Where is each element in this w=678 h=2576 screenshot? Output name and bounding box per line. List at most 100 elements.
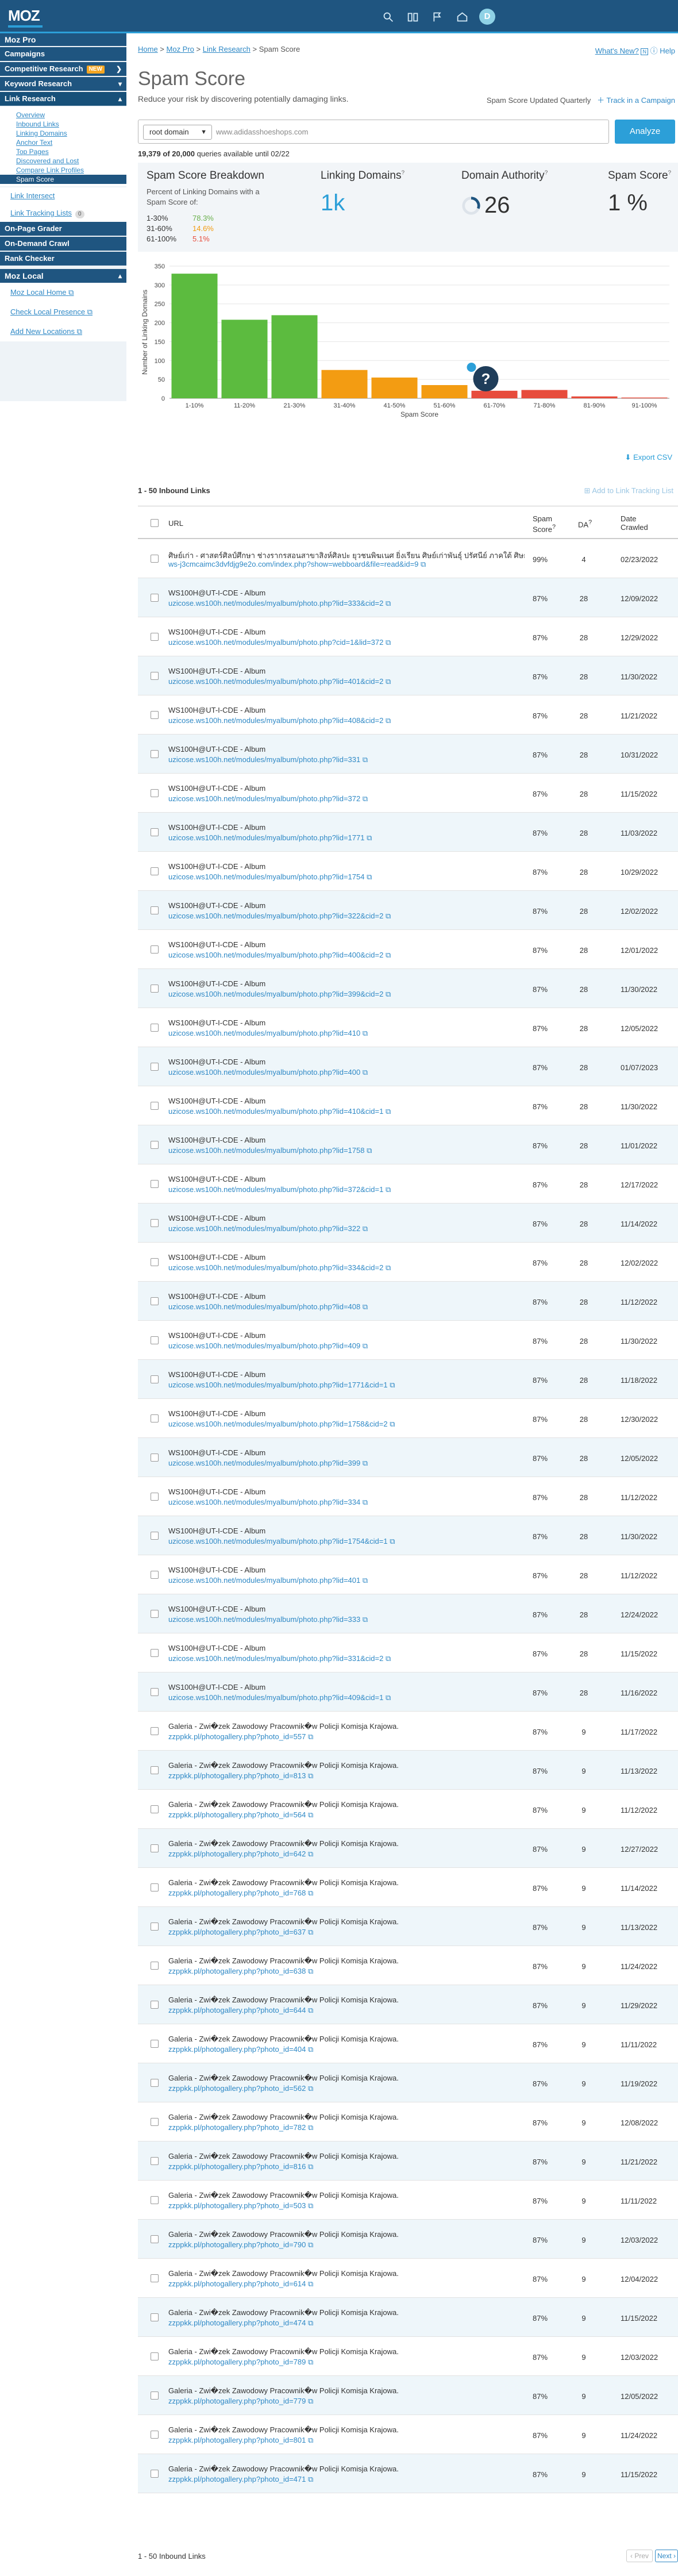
help-link[interactable]: Help [660, 47, 675, 55]
next-button[interactable]: Next › [655, 2550, 678, 2562]
link-url[interactable]: zzppkk.pl/photogallery.php?photo_id=471 … [168, 2475, 525, 2484]
row-checkbox[interactable] [151, 2157, 159, 2165]
link-url[interactable]: uzicose.ws100h.net/modules/myalbum/photo… [168, 1146, 525, 1155]
link-url[interactable]: uzicose.ws100h.net/modules/myalbum/photo… [168, 951, 525, 960]
row-checkbox[interactable] [151, 672, 159, 680]
link-url[interactable]: zzppkk.pl/photogallery.php?photo_id=789 … [168, 2358, 525, 2367]
submenu-anchor-text[interactable]: Anchor Text [0, 138, 126, 147]
breadcrumb-moz-pro[interactable]: Moz Pro [167, 45, 194, 53]
row-checkbox[interactable] [151, 2352, 159, 2360]
row-checkbox[interactable] [151, 2040, 159, 2048]
link-url[interactable]: uzicose.ws100h.net/modules/myalbum/photo… [168, 1420, 525, 1429]
select-all-checkbox[interactable] [151, 519, 159, 527]
sidebar-item-keyword-research[interactable]: Keyword Research ▾ [0, 77, 126, 91]
submenu-inbound-links[interactable]: Inbound Links [0, 120, 126, 129]
link-url[interactable]: uzicose.ws100h.net/modules/myalbum/photo… [168, 638, 525, 647]
row-checkbox[interactable] [151, 633, 159, 641]
sidebar-item-link-tracking[interactable]: Link Tracking Lists 0 [0, 205, 126, 222]
row-checkbox[interactable] [151, 1063, 159, 1071]
submenu-overview[interactable]: Overview [0, 110, 126, 120]
link-url[interactable]: uzicose.ws100h.net/modules/myalbum/photo… [168, 1263, 525, 1272]
scope-select[interactable]: root domain ▼ [143, 125, 212, 140]
link-url[interactable]: uzicose.ws100h.net/modules/myalbum/photo… [168, 677, 525, 686]
row-checkbox[interactable] [151, 2313, 159, 2321]
row-checkbox[interactable] [151, 1610, 159, 1618]
link-url[interactable]: zzppkk.pl/photogallery.php?photo_id=562 … [168, 2084, 525, 2093]
link-url[interactable]: uzicose.ws100h.net/modules/myalbum/photo… [168, 1537, 525, 1546]
chart-bar[interactable] [521, 390, 568, 398]
link-url[interactable]: zzppkk.pl/photogallery.php?photo_id=503 … [168, 2201, 525, 2210]
link-url[interactable]: uzicose.ws100h.net/modules/myalbum/photo… [168, 1224, 525, 1233]
row-checkbox[interactable] [151, 555, 159, 563]
sidebar-item-rank-checker[interactable]: Rank Checker [0, 252, 126, 266]
link-url[interactable]: ws-j3cmcaimc3dvfdjg9e2o.com/index.php?sh… [168, 560, 525, 569]
row-checkbox[interactable] [151, 1336, 159, 1344]
row-checkbox[interactable] [151, 1727, 159, 1735]
link-url[interactable]: uzicose.ws100h.net/modules/myalbum/photo… [168, 1615, 525, 1624]
sidebar-moz-local[interactable]: Moz Local ▴ [0, 269, 126, 283]
breadcrumb-home[interactable]: Home [138, 45, 158, 53]
row-checkbox[interactable] [151, 1102, 159, 1110]
row-checkbox[interactable] [151, 711, 159, 719]
link-url[interactable]: zzppkk.pl/photogallery.php?photo_id=644 … [168, 2006, 525, 2015]
link-url[interactable]: uzicose.ws100h.net/modules/myalbum/photo… [168, 1341, 525, 1351]
col-date-crawled[interactable]: Date Crawled [621, 514, 655, 532]
link-url[interactable]: uzicose.ws100h.net/modules/myalbum/photo… [168, 1654, 525, 1663]
link-url[interactable]: uzicose.ws100h.net/modules/myalbum/photo… [168, 716, 525, 725]
link-url[interactable]: uzicose.ws100h.net/modules/myalbum/photo… [168, 1107, 525, 1116]
row-checkbox[interactable] [151, 1375, 159, 1383]
sidebar-item-on-page-grader[interactable]: On-Page Grader [0, 222, 126, 236]
row-checkbox[interactable] [151, 1883, 159, 1891]
home-icon[interactable] [454, 9, 469, 24]
row-checkbox[interactable] [151, 1493, 159, 1501]
link-url[interactable]: zzppkk.pl/photogallery.php?photo_id=779 … [168, 2397, 525, 2406]
sidebar-item-link-intersect[interactable]: Link Intersect [0, 187, 126, 205]
link-url[interactable]: zzppkk.pl/photogallery.php?photo_id=768 … [168, 1889, 525, 1898]
link-url[interactable]: uzicose.ws100h.net/modules/myalbum/photo… [168, 833, 525, 843]
link-url[interactable]: zzppkk.pl/photogallery.php?photo_id=790 … [168, 2240, 525, 2250]
link-url[interactable]: zzppkk.pl/photogallery.php?photo_id=801 … [168, 2436, 525, 2445]
chart-bar[interactable] [271, 315, 318, 398]
link-url[interactable]: uzicose.ws100h.net/modules/myalbum/photo… [168, 794, 525, 803]
row-checkbox[interactable] [151, 1414, 159, 1422]
row-checkbox[interactable] [151, 1649, 159, 1657]
row-checkbox[interactable] [151, 867, 159, 875]
row-checkbox[interactable] [151, 1923, 159, 1931]
prev-button[interactable]: ‹ Prev [626, 2550, 653, 2562]
row-checkbox[interactable] [151, 985, 159, 993]
breadcrumb-link-research[interactable]: Link Research [203, 45, 251, 53]
col-spam-score[interactable]: Spam Score? [533, 514, 561, 533]
submenu-compare-link-profiles[interactable]: Compare Link Profiles [0, 166, 126, 175]
analyze-button[interactable]: Analyze [615, 120, 675, 144]
row-checkbox[interactable] [151, 2001, 159, 2009]
link-url[interactable]: zzppkk.pl/photogallery.php?photo_id=557 … [168, 1732, 525, 1741]
check-local-presence-link[interactable]: Check Local Presence ⧉ [0, 302, 126, 322]
submenu-linking-domains[interactable]: Linking Domains [0, 129, 126, 138]
chart-bar[interactable] [171, 274, 218, 398]
link-url[interactable]: uzicose.ws100h.net/modules/myalbum/photo… [168, 912, 525, 921]
link-url[interactable]: zzppkk.pl/photogallery.php?photo_id=782 … [168, 2123, 525, 2132]
moz-local-home-link[interactable]: Moz Local Home ⧉ [0, 283, 126, 302]
link-url[interactable]: uzicose.ws100h.net/modules/myalbum/photo… [168, 1693, 525, 1702]
sidebar-item-campaigns[interactable]: Campaigns [0, 47, 126, 61]
row-checkbox[interactable] [151, 1805, 159, 1813]
link-url[interactable]: zzppkk.pl/photogallery.php?photo_id=637 … [168, 1928, 525, 1937]
link-url[interactable]: uzicose.ws100h.net/modules/myalbum/photo… [168, 1459, 525, 1468]
link-url[interactable]: uzicose.ws100h.net/modules/myalbum/photo… [168, 1576, 525, 1585]
add-new-locations-link[interactable]: Add New Locations ⧉ [0, 322, 126, 341]
link-url[interactable]: zzppkk.pl/photogallery.php?photo_id=642 … [168, 1850, 525, 1859]
flag-icon[interactable] [430, 9, 445, 24]
row-checkbox[interactable] [151, 1962, 159, 1970]
link-url[interactable]: zzppkk.pl/photogallery.php?photo_id=474 … [168, 2319, 525, 2328]
row-checkbox[interactable] [151, 594, 159, 602]
row-checkbox[interactable] [151, 2079, 159, 2087]
row-checkbox[interactable] [151, 906, 159, 914]
row-checkbox[interactable] [151, 2392, 159, 2400]
row-checkbox[interactable] [151, 1766, 159, 1774]
link-url[interactable]: zzppkk.pl/photogallery.php?photo_id=638 … [168, 1967, 525, 1976]
link-url[interactable]: uzicose.ws100h.net/modules/myalbum/photo… [168, 990, 525, 999]
link-url[interactable]: uzicose.ws100h.net/modules/myalbum/photo… [168, 1381, 525, 1390]
chart-bar[interactable] [421, 385, 468, 398]
link-url[interactable]: uzicose.ws100h.net/modules/myalbum/photo… [168, 1068, 525, 1077]
row-checkbox[interactable] [151, 789, 159, 797]
